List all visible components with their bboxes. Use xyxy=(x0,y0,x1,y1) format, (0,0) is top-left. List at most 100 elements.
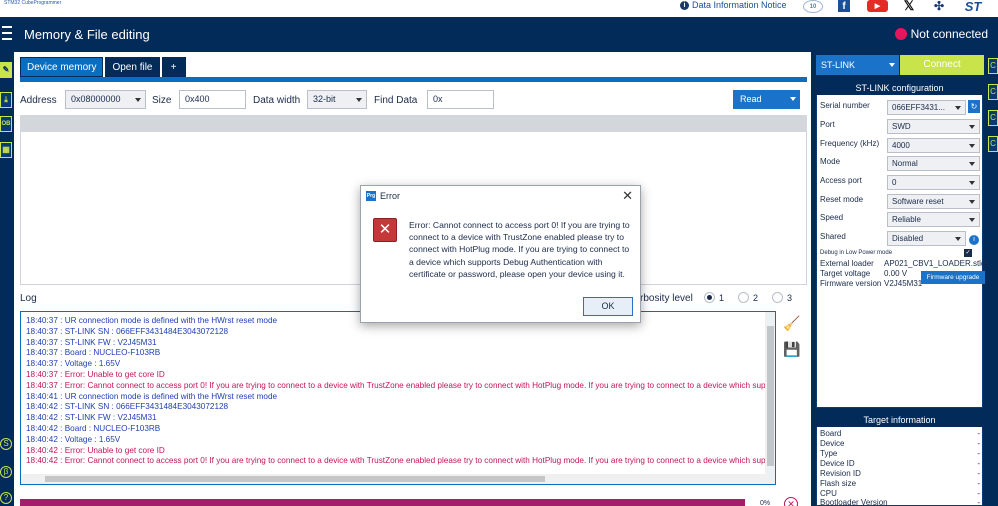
target-info-title: Target information xyxy=(816,413,983,427)
tab-open-file[interactable]: Open file xyxy=(105,57,160,77)
log-line: 18:40:37 : ST-LINK SN : 066EFF3431484E30… xyxy=(26,326,229,336)
left-sidebar: ✎ ⤓ OB ▦ S β ? xyxy=(0,52,14,506)
log-output[interactable]: 18:40:37 : UR connection mode is defined… xyxy=(20,311,776,485)
log-line: 18:40:37 : Board : NUCLEO-F103RB xyxy=(26,348,161,358)
chevron-down-icon[interactable] xyxy=(790,97,796,101)
chevron-down-icon xyxy=(969,144,975,148)
log-line: 18:40:42 : Error: Unable to get core ID xyxy=(26,445,165,455)
error-icon: ✕ xyxy=(373,218,397,242)
dialog-title: Error xyxy=(380,191,400,201)
mode-value: Normal xyxy=(892,159,918,168)
facebook-icon[interactable]: f xyxy=(838,0,850,12)
cpu-icon[interactable]: ▦ xyxy=(0,142,12,158)
right-tool-icon[interactable]: C xyxy=(988,84,998,100)
target-info-label: CPU xyxy=(820,489,837,498)
close-icon[interactable]: ✕ xyxy=(622,188,633,204)
read-button[interactable]: Read xyxy=(733,90,800,109)
data-width-select[interactable]: 32-bit xyxy=(307,90,367,109)
reset-mode-select[interactable]: Software reset xyxy=(887,194,980,209)
info-icon: i xyxy=(680,0,689,10)
clean-log-icon[interactable]: 🧹 xyxy=(783,314,801,332)
connect-button[interactable]: Connect xyxy=(900,55,984,75)
log-line: 18:40:42 : ST-LINK SN : 066EFF3431484E30… xyxy=(26,402,229,412)
size-input[interactable]: 0x400 xyxy=(179,90,246,109)
verbosity-radio-2[interactable]: 2 xyxy=(738,292,758,303)
log-vertical-scrollbar[interactable] xyxy=(765,312,775,484)
interface-select[interactable]: ST-LINK xyxy=(816,55,899,75)
scrollbar-thumb[interactable] xyxy=(45,476,545,482)
target-info-row: Flash size - xyxy=(820,479,980,489)
scrollbar-thumb[interactable] xyxy=(767,326,774,466)
target-info-row: Type - xyxy=(820,449,980,459)
save-log-icon[interactable]: 💾 xyxy=(783,340,801,358)
verbosity-radio-1[interactable]: 1 xyxy=(704,292,724,303)
firmware-version-label: Firmware version xyxy=(820,279,882,288)
mode-label: Mode xyxy=(820,157,841,166)
address-combo[interactable]: 0x08000000 xyxy=(65,90,146,109)
connection-status: Not connected xyxy=(894,27,988,41)
chevron-down-icon xyxy=(969,200,975,204)
chevron-down-icon xyxy=(135,98,141,102)
option-bytes-icon[interactable]: OB xyxy=(0,116,12,132)
help-icon[interactable]: ? xyxy=(0,492,12,504)
stlink-config-title: ST-LINK configuration xyxy=(816,81,983,95)
serial-number-select[interactable]: 066EFF3431... xyxy=(887,100,966,115)
page-title: Memory & File editing xyxy=(24,27,150,42)
find-data-label: Find Data xyxy=(374,95,418,106)
debug-low-power-label: Debug in Low Power mode xyxy=(820,250,893,256)
port-select[interactable]: SWD xyxy=(887,119,980,134)
cancel-icon[interactable]: ✕ xyxy=(784,497,798,506)
target-info-label: Device ID xyxy=(820,459,855,468)
shared-info-icon[interactable]: i xyxy=(969,235,979,245)
download-icon[interactable]: ⤓ xyxy=(0,92,12,108)
add-tab-button[interactable]: + xyxy=(161,57,186,77)
hamburger-menu-icon[interactable] xyxy=(2,26,12,42)
swv-icon[interactable]: S xyxy=(0,438,12,450)
right-tool-icon[interactable]: C xyxy=(988,136,998,152)
port-value: SWD xyxy=(892,122,911,131)
speed-select[interactable]: Reliable xyxy=(887,212,980,227)
dialog-titlebar[interactable]: Prg Error ✕ xyxy=(361,186,640,206)
ok-button[interactable]: OK xyxy=(583,297,633,316)
refresh-icon[interactable]: ↻ xyxy=(968,100,980,113)
cubeprogrammer-logo: STM32 CubeProgrammer xyxy=(4,0,62,6)
data-information-notice-link[interactable]: i Data Information Notice xyxy=(680,0,787,10)
chevron-down-icon xyxy=(356,98,362,102)
frequency-label: Frequency (kHz) xyxy=(820,139,880,148)
frequency-select[interactable]: 4000 xyxy=(887,138,980,153)
debug-low-power-checkbox[interactable]: ✓ xyxy=(964,249,972,257)
shared-select[interactable]: Disabled xyxy=(887,231,966,246)
network-icon[interactable]: ✣ xyxy=(930,0,948,13)
chevron-down-icon xyxy=(969,218,975,222)
log-line: 18:40:37 : ST-LINK FW : V2J45M31 xyxy=(26,337,157,347)
progress-bar xyxy=(20,499,745,506)
right-tool-icon[interactable]: C xyxy=(988,58,998,74)
verbosity-radio-3[interactable]: 3 xyxy=(772,292,792,303)
access-port-select[interactable]: 0 xyxy=(887,175,980,190)
anniversary-badge-icon[interactable]: 10 xyxy=(803,0,823,13)
speed-label: Speed xyxy=(820,213,844,222)
memory-edit-icon[interactable]: ✎ xyxy=(0,62,12,78)
target-info-label: Type xyxy=(820,449,838,458)
mode-select[interactable]: Normal xyxy=(887,156,980,171)
progress-label: 0% xyxy=(760,500,771,506)
log-line: 18:40:37 : Voltage : 1.65V xyxy=(26,359,121,369)
target-info-value: - xyxy=(977,429,980,438)
address-label: Address xyxy=(20,95,57,106)
target-voltage-label: Target voltage xyxy=(820,269,871,278)
verbosity-level-label: 1 xyxy=(719,292,725,303)
frequency-value: 4000 xyxy=(892,141,910,150)
reset-mode-value: Software reset xyxy=(892,197,944,206)
size-label: Size xyxy=(152,95,172,106)
chevron-down-icon xyxy=(955,237,961,241)
beta-icon[interactable]: β xyxy=(0,466,12,478)
right-tool-icon[interactable]: C xyxy=(988,110,998,126)
firmware-upgrade-button[interactable]: Firmware upgrade xyxy=(921,271,985,284)
st-logo[interactable]: ST xyxy=(960,0,986,14)
log-horizontal-scrollbar[interactable] xyxy=(21,474,766,484)
log-label: Log xyxy=(20,293,37,304)
youtube-icon[interactable]: ▶ xyxy=(867,0,888,12)
find-data-input[interactable]: 0x xyxy=(427,90,494,109)
tab-device-memory[interactable]: Device memory xyxy=(20,57,104,77)
x-icon[interactable]: 𝕏 xyxy=(902,0,916,13)
